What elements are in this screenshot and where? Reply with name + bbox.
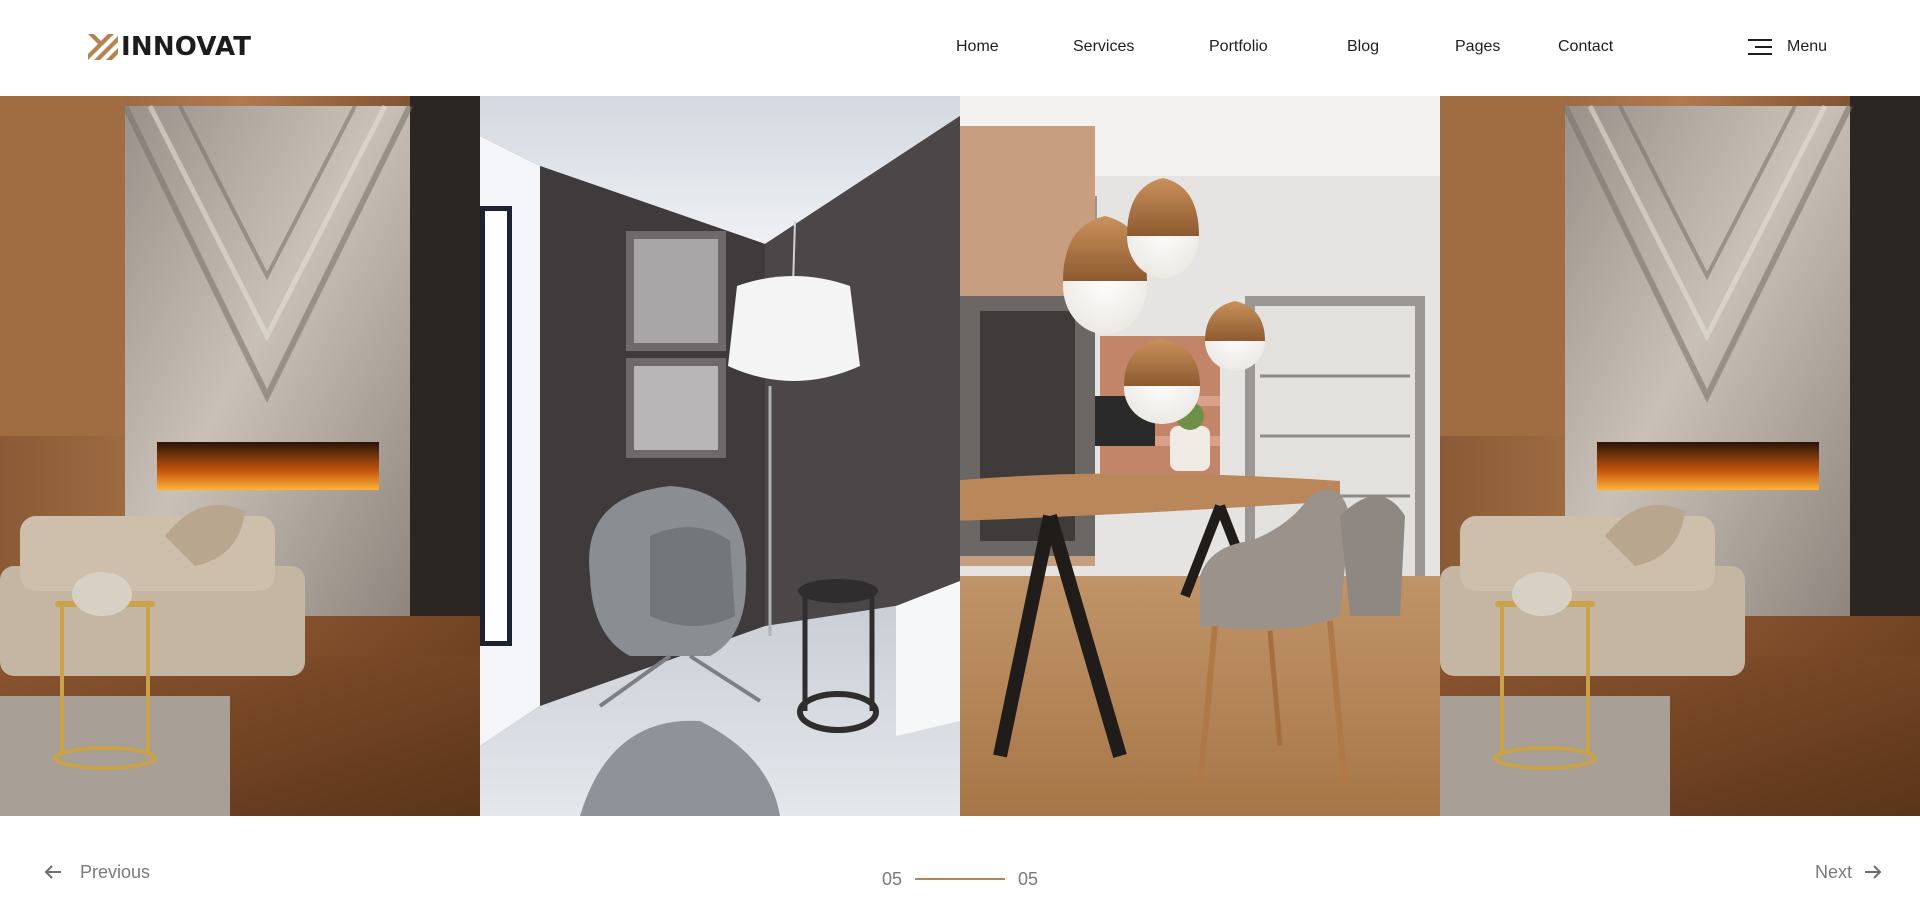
next-label: Next: [1814, 862, 1852, 882]
gallery-slide-fireplace-room[interactable]: [0, 96, 480, 816]
hamburger-menu-icon: [1748, 39, 1772, 55]
previous-button[interactable]: Previous: [44, 861, 150, 883]
nav-pages[interactable]: Pages: [1455, 36, 1500, 58]
slide-counter: 05 05: [882, 868, 1038, 890]
gallery-slide-armchair-corner[interactable]: [480, 96, 960, 816]
menu-label: Menu: [1787, 38, 1828, 55]
previous-label: Previous: [80, 862, 151, 882]
nav-portfolio[interactable]: Portfolio: [1209, 36, 1268, 58]
portfolio-gallery: [0, 96, 1920, 816]
gallery-slide-fireplace-room-repeat[interactable]: [1440, 96, 1920, 816]
nav-blog[interactable]: Blog: [1347, 36, 1379, 58]
dining-room-image: [960, 96, 1440, 816]
nav-home[interactable]: Home: [956, 36, 999, 58]
current-slide-number: 05: [882, 869, 903, 889]
gallery-slide-dining-room[interactable]: [960, 96, 1440, 816]
arrow-left-icon: [44, 865, 61, 879]
armchair-corner-image: [480, 96, 960, 816]
total-slide-number: 05: [1018, 869, 1039, 889]
site-header: INNOVAT Home Services Portfolio Blog Pag…: [0, 0, 1920, 96]
next-button[interactable]: Next: [1815, 861, 1882, 883]
menu-button[interactable]: Menu: [1748, 36, 1827, 58]
main-nav: Home Services Portfolio Blog Pages Conta…: [0, 36, 1920, 58]
fireplace-room-image: [1440, 96, 1920, 816]
nav-services[interactable]: Services: [1073, 36, 1134, 58]
progress-line: [915, 878, 1006, 880]
nav-contact[interactable]: Contact: [1558, 36, 1613, 58]
arrow-right-icon: [1865, 865, 1882, 879]
fireplace-room-image: [0, 96, 480, 816]
